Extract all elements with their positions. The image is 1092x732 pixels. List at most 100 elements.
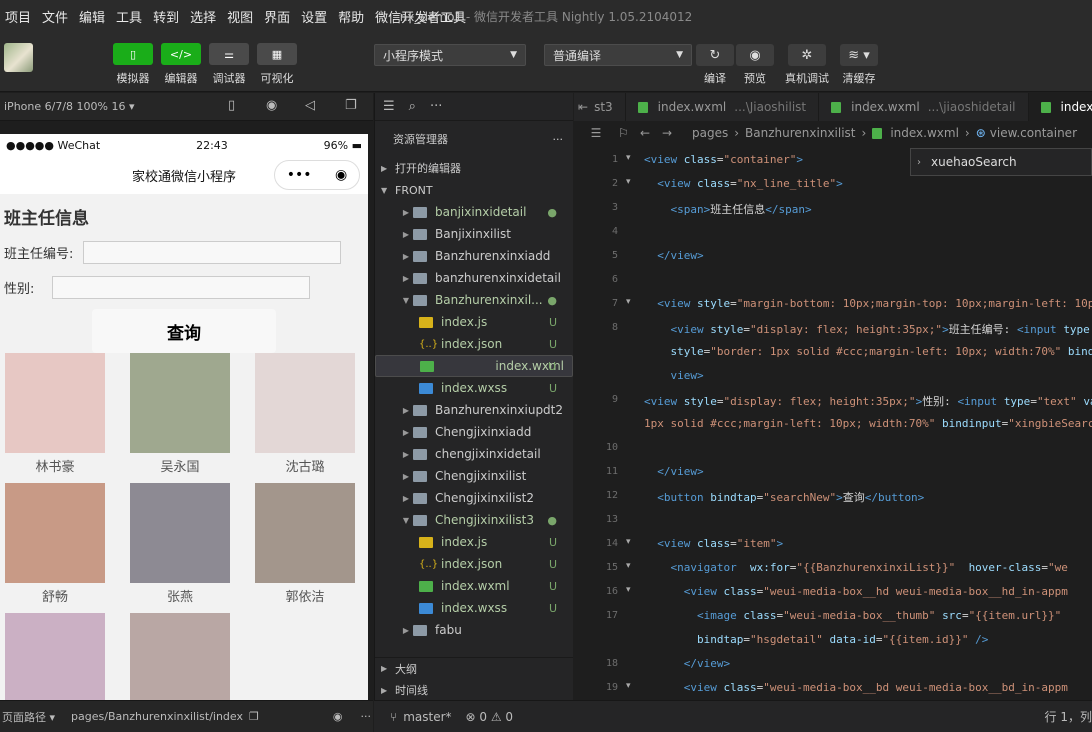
crumb-file[interactable]: index.wxml <box>890 126 959 140</box>
teacher-card[interactable]: 张燕 <box>130 483 230 613</box>
suggestion-widget[interactable]: › xuehaoSearch <box>910 148 1092 176</box>
more-icon[interactable]: ··· <box>553 133 564 146</box>
outline-section[interactable]: ▶ 大纲 <box>375 657 573 679</box>
teacher-card[interactable]: 郭依洁 <box>255 483 355 613</box>
teacher-card[interactable] <box>5 613 105 700</box>
teacher-card[interactable]: 舒畅 <box>5 483 105 613</box>
teacher-photo[interactable] <box>130 353 230 453</box>
menu-item[interactable]: 文件 <box>37 7 74 26</box>
device-select[interactable]: iPhone 6/7/8 100% 16 ▾ <box>4 100 135 113</box>
gender-input[interactable] <box>52 276 311 299</box>
teacher-card[interactable] <box>130 613 230 700</box>
list-icon[interactable]: ☰ <box>574 126 618 140</box>
fold-icon[interactable]: ▾ <box>626 561 631 571</box>
tree-item[interactable]: index.wxml U <box>375 355 573 377</box>
tree-item[interactable]: ▶ Banzhurenxinxiupdt2 <box>375 399 573 421</box>
tree-item[interactable]: ▶ Chengjixinxilist <box>375 465 573 487</box>
teacher-card[interactable]: 林书豪 <box>5 353 105 483</box>
tree-item[interactable]: index.js U <box>375 311 573 333</box>
fold-icon[interactable]: ▾ <box>626 681 631 691</box>
teacher-card[interactable]: 吴永国 <box>130 353 230 483</box>
menu-item[interactable]: 帮助 <box>333 7 370 26</box>
code-area[interactable]: 1 ▾ <view class="container"> 2 ▾ <view class… <box>574 145 1092 705</box>
phone-icon[interactable]: ▯ <box>228 98 235 113</box>
fold-icon[interactable]: ▾ <box>626 177 631 187</box>
menu-item[interactable]: 项目 <box>0 7 37 26</box>
open-editors-section[interactable]: ▶ 打开的编辑器 <box>375 157 573 179</box>
page-path-label[interactable]: 页面路径 ▾ <box>2 709 55 725</box>
back-icon[interactable]: ← <box>640 126 662 140</box>
files-icon[interactable]: ☰ <box>383 99 395 114</box>
editor-toggle-button[interactable]: </> <box>161 43 201 65</box>
preview-button[interactable]: ◉ <box>736 44 774 66</box>
crumb-node[interactable]: view.container <box>990 126 1077 140</box>
tree-item[interactable]: ▼ Banzhurenxinxil... ● <box>375 289 573 311</box>
compile-mode-select[interactable]: 普通编译 ▼ <box>544 44 692 66</box>
tree-item[interactable]: ▶ fabu <box>375 619 573 641</box>
menu-item[interactable]: 设置 <box>296 7 333 26</box>
tree-item[interactable]: ▶ Banjixinxilist <box>375 223 573 245</box>
tree-item[interactable]: ▶ banjixinxidetail ● <box>375 201 573 223</box>
eye-icon[interactable]: ◉ <box>333 710 343 723</box>
front-section[interactable]: ▼ FRONT <box>375 179 573 201</box>
crumb-pages[interactable]: pages <box>692 126 728 140</box>
tree-item[interactable]: index.wxss U <box>375 377 573 399</box>
more-icon[interactable]: ··· <box>360 710 371 723</box>
teacher-card[interactable]: 沈古璐 <box>255 353 355 483</box>
tree-item[interactable]: ▼ Chengjixinxilist3 ● <box>375 509 573 531</box>
editor-tab[interactable]: index.wxml ...\Jiaoshilist <box>626 93 820 121</box>
cursor-position[interactable]: 行 1，列 <box>1045 708 1092 725</box>
tree-item[interactable]: ▶ Banzhurenxinxiadd <box>375 245 573 267</box>
menu-item[interactable]: 编辑 <box>74 7 111 26</box>
forward-icon[interactable]: → <box>662 126 692 140</box>
teacher-photo[interactable] <box>5 483 105 583</box>
tree-item[interactable]: ▶ chengjixinxidetail <box>375 443 573 465</box>
debugger-toggle-button[interactable]: ⚌ <box>209 43 249 65</box>
fold-icon[interactable]: ▾ <box>626 297 631 307</box>
copy-icon[interactable]: ❐ <box>249 710 259 723</box>
tree-item[interactable]: index.wxml U <box>375 575 573 597</box>
remote-debug-button[interactable]: ✲ <box>788 44 826 66</box>
teacher-photo[interactable] <box>255 483 355 583</box>
tree-item[interactable]: {..} index.json U <box>375 553 573 575</box>
editor-tab[interactable]: index.wxml ...\jiaoshidetail <box>819 93 1029 121</box>
teacher-photo[interactable] <box>5 613 105 700</box>
menu-item[interactable]: 视图 <box>222 7 259 26</box>
problems-count[interactable]: ⊗ 0 ⚠ 0 <box>466 710 514 724</box>
more-icon[interactable]: ••• <box>287 167 312 183</box>
editor-tab[interactable]: index.wx <box>1028 93 1092 121</box>
branch-name[interactable]: master* <box>403 710 451 724</box>
tree-item[interactable]: ▶ Chengjixinxilist2 <box>375 487 573 509</box>
close-circle-icon[interactable]: ◉ <box>335 167 347 183</box>
teacher-photo[interactable] <box>130 613 230 700</box>
teacher-id-input[interactable] <box>83 241 342 264</box>
tree-item[interactable]: {..} index.json U <box>375 333 573 355</box>
record-icon[interactable]: ◉ <box>266 98 277 113</box>
popout-icon[interactable]: ❐ <box>345 98 357 113</box>
search-icon[interactable]: ⌕ <box>409 99 416 114</box>
fold-icon[interactable]: ▾ <box>626 585 631 595</box>
tree-item[interactable]: index.js U <box>375 531 573 553</box>
mode-select[interactable]: 小程序模式 ▼ <box>374 44 526 66</box>
menu-item[interactable]: 界面 <box>259 7 296 26</box>
more-icon[interactable]: ··· <box>430 99 442 114</box>
simulator-toggle-button[interactable]: ▯ <box>113 43 153 65</box>
teacher-photo[interactable] <box>5 353 105 453</box>
fold-icon[interactable]: ▾ <box>626 537 631 547</box>
bookmark-icon[interactable]: ⚐ <box>618 126 640 140</box>
tree-item[interactable]: ▶ Chengjixinxiadd <box>375 421 573 443</box>
menu-item[interactable]: 选择 <box>185 7 222 26</box>
clear-cache-button[interactable]: ≋ ▾ <box>840 44 878 66</box>
tree-item[interactable]: index.wxss U <box>375 597 573 619</box>
compile-button[interactable]: ↻ <box>696 44 734 66</box>
tree-item[interactable]: ▶ banzhurenxinxidetail <box>375 267 573 289</box>
user-avatar[interactable] <box>4 43 33 72</box>
crumb-folder[interactable]: Banzhurenxinxilist <box>745 126 855 140</box>
menu-item[interactable]: 微信开发者工具 <box>370 7 472 26</box>
timeline-section[interactable]: ▶ 时间线 <box>375 679 573 701</box>
capsule-menu[interactable]: ••• ◉ <box>274 160 360 190</box>
split-icon[interactable]: ⇤ <box>578 100 588 114</box>
volume-icon[interactable]: ◁ <box>305 98 315 113</box>
fold-icon[interactable]: ▾ <box>626 153 631 163</box>
menu-item[interactable]: 转到 <box>148 7 185 26</box>
